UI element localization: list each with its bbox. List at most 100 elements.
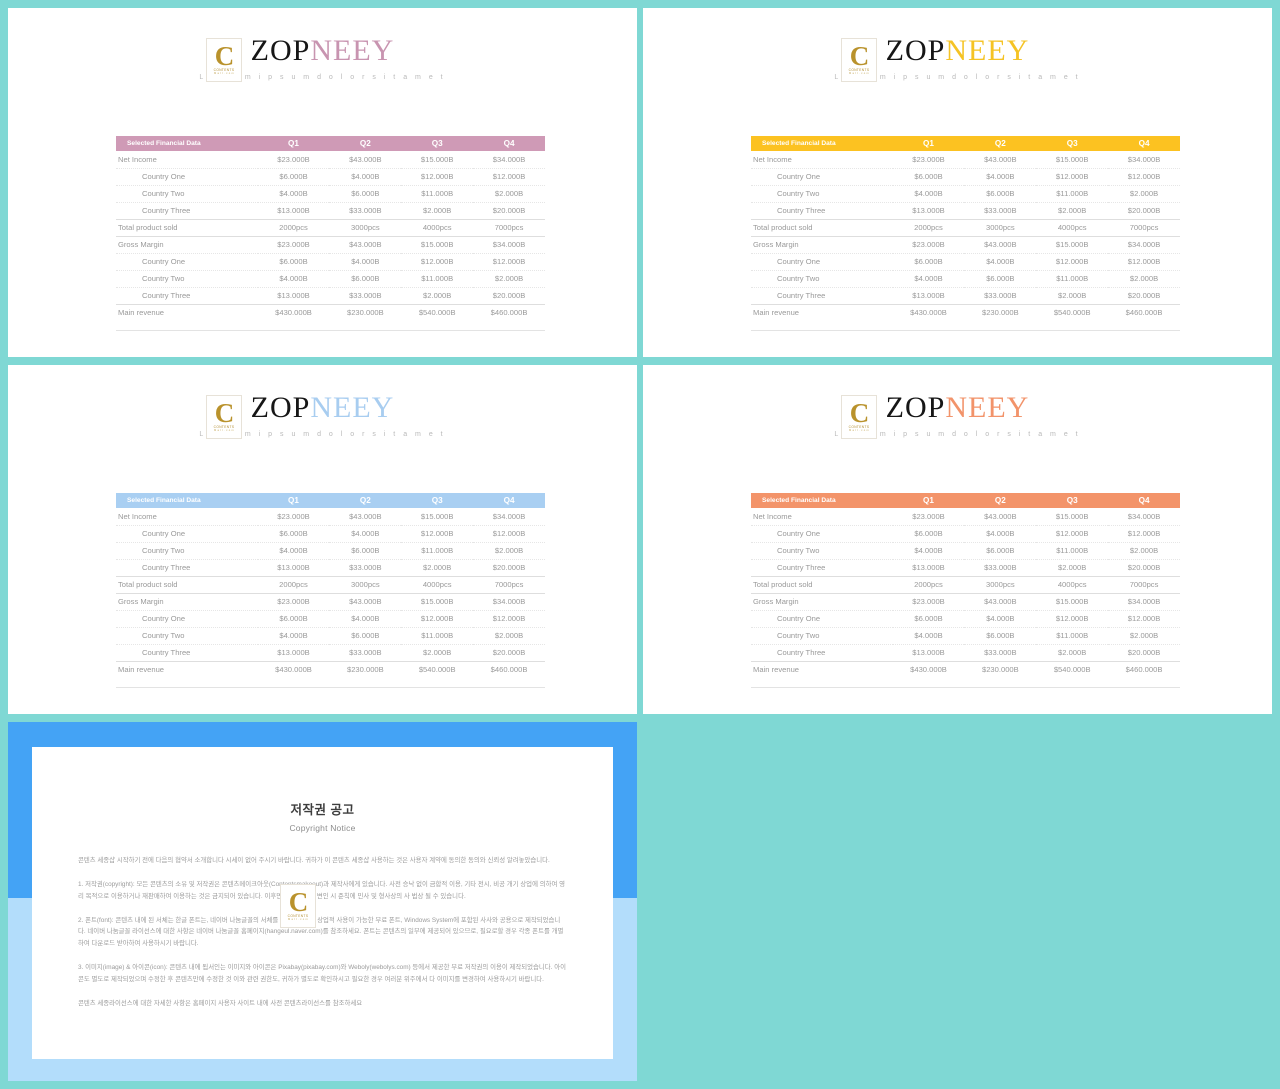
brand-title-dark: ZOP [250, 34, 311, 67]
brand-title-accent: NEEY [945, 391, 1030, 424]
table-cell: 7000pcs [473, 576, 545, 594]
table-cell: $11.000B [401, 627, 474, 645]
table-cell: $12.000B [1036, 525, 1109, 543]
table-cell: $11.000B [1036, 270, 1109, 288]
table-body: Net Income $23.000B $43.000B $15.000B $34.00… [751, 508, 1180, 688]
table-row-label: Net Income [116, 508, 258, 526]
table-col-header-q2: Q2 [329, 136, 402, 151]
table-row: Country One $6.000B $4.000B $12.000B $12.000… [751, 610, 1180, 628]
notice-title-korean: 저작권 공고 [290, 803, 355, 817]
slide-panel-3[interactable]: ZOPNEEY L o r e m i p s u m d o l o r s … [8, 365, 637, 714]
table-row: Gross Margin $23.000B $43.000B $15.000B $34.… [116, 236, 545, 254]
table-cell: 4000pcs [401, 219, 474, 237]
table-row: Country Two $4.000B $6.000B $11.000B $2.000B [116, 270, 545, 288]
slide-panel-1[interactable]: ZOPNEEY L o r e m i p s u m d o l o r s … [8, 8, 637, 357]
table-col-header-q1: Q1 [892, 136, 965, 151]
financial-table-wrapper: Selected Financial Data Q1 Q2 Q3 Q4 Net Inco… [116, 136, 545, 331]
table-cell: $43.000B [329, 236, 402, 254]
table-cell: $43.000B [964, 236, 1037, 254]
table-cell: $43.000B [964, 593, 1037, 611]
notice-heading-block: 저작권 공고 Copyright Notice [32, 747, 613, 833]
table-col-header-q1: Q1 [892, 493, 965, 508]
table-row: Main revenue $430.000B $230.000B $540.000B $… [116, 661, 545, 678]
table-row-label: Country Two [751, 270, 893, 288]
table-footer-rule-cell [1036, 321, 1109, 331]
table-cell: $4.000B [257, 542, 330, 560]
table-row: Total product sold 2000pcs 3000pcs 4000pcs 7… [751, 219, 1180, 237]
table-col-header-label: Selected Financial Data [116, 136, 258, 151]
table-row: Country Two $4.000B $6.000B $11.000B $2.000B [751, 627, 1180, 645]
table-row-label: Country One [751, 168, 893, 186]
brand-tagline: L o r e m i p s u m d o l o r s i t a m … [199, 431, 446, 438]
table-cell: 4000pcs [1036, 576, 1109, 594]
table-row-label: Net Income [751, 508, 893, 526]
table-cell: $34.000B [473, 508, 545, 526]
table-col-header-q3: Q3 [401, 136, 474, 151]
table-cell: $6.000B [257, 168, 330, 186]
table-cell: $11.000B [401, 270, 474, 288]
table-cell: $12.000B [473, 253, 545, 271]
table-row-label: Country Three [116, 644, 258, 662]
table-cell: $34.000B [473, 236, 545, 254]
table-cell: $4.000B [329, 253, 402, 271]
copyright-notice-panel[interactable]: 저작권 공고 Copyright Notice 콘텐츠 세종샵 시작하기 전에 … [8, 722, 637, 1081]
table-cell: $23.000B [257, 508, 330, 526]
table-cell: $11.000B [1036, 185, 1109, 203]
table-row: Country Two $4.000B $6.000B $11.000B $2.000B [751, 185, 1180, 203]
table-cell: $4.000B [964, 610, 1037, 628]
table-row: Country One $6.000B $4.000B $12.000B $12.000… [751, 525, 1180, 543]
table-cell: $4.000B [329, 168, 402, 186]
table-row-label: Country Two [751, 185, 893, 203]
table-row-label: Total product sold [751, 219, 893, 237]
table-cell: $430.000B [275, 308, 312, 318]
table-cell: $4.000B [329, 525, 402, 543]
table-row-label: Country Three [751, 202, 893, 220]
table-cell: 2000pcs [257, 219, 330, 237]
table-row-label: Gross Margin [751, 236, 893, 254]
brand-title-accent: NEEY [945, 34, 1030, 67]
table-col-header-q3: Q3 [401, 493, 474, 508]
table-header: Selected Financial Data Q1 Q2 Q3 Q4 [116, 493, 545, 508]
table-cell: $13.000B [892, 644, 965, 662]
table-footer-rule [751, 678, 1180, 688]
table-cell: $15.000B [1036, 593, 1109, 611]
table-cell: $6.000B [329, 185, 402, 203]
table-cell: $2.000B [1108, 542, 1180, 560]
table-cell: $4.000B [892, 270, 965, 288]
table-cell: $6.000B [892, 253, 965, 271]
table-footer-rule-cell [1108, 678, 1180, 688]
financial-table: Selected Financial Data Q1 Q2 Q3 Q4 Net Inco… [116, 493, 545, 688]
financial-table: Selected Financial Data Q1 Q2 Q3 Q4 Net Inco… [751, 136, 1180, 331]
table-cell: $23.000B [892, 593, 965, 611]
table-cell: $6.000B [329, 542, 402, 560]
table-row: Net Income $23.000B $43.000B $15.000B $34.00… [751, 508, 1180, 526]
table-cell: 3000pcs [964, 219, 1037, 237]
table-cell: $2.000B [473, 542, 545, 560]
table-cell: 7000pcs [1108, 219, 1180, 237]
table-cell: $6.000B [257, 610, 330, 628]
table-row: Country One $6.000B $4.000B $12.000B $12.000… [751, 253, 1180, 271]
table-row-label: Country Two [116, 542, 258, 560]
brand-title-dark: ZOP [250, 391, 311, 424]
table-cell: $430.000B [910, 665, 947, 675]
table-cell: $12.000B [1108, 610, 1180, 628]
table-col-header-q2: Q2 [964, 493, 1037, 508]
slide-panel-4[interactable]: ZOPNEEY L o r e m i p s u m d o l o r s … [643, 365, 1272, 714]
brand-block: ZOPNEEY L o r e m i p s u m d o l o r s … [643, 34, 1272, 81]
table-cell: 7000pcs [473, 219, 545, 237]
table-row: Country One $6.000B $4.000B $12.000B $12.000… [751, 168, 1180, 186]
table-cell: $33.000B [964, 559, 1037, 577]
table-footer-rule [116, 678, 545, 688]
table-row-label: Country Three [751, 287, 893, 305]
table-row-label: Main revenue [753, 665, 800, 675]
table-row: Country Three $13.000B $33.000B $2.000B $20.… [751, 644, 1180, 662]
table-row: Country Two $4.000B $6.000B $11.000B $2.000B [116, 627, 545, 645]
table-cell: $12.000B [1108, 253, 1180, 271]
table-cell: $15.000B [1036, 236, 1109, 254]
table-row: Country Three $13.000B $33.000B $2.000B $20.… [116, 559, 545, 577]
table-cell: $2.000B [1108, 627, 1180, 645]
table-cell: $540.000B [1053, 308, 1091, 318]
table-row-label: Country Three [116, 287, 258, 305]
slide-panel-2[interactable]: ZOPNEEY L o r e m i p s u m d o l o r s … [643, 8, 1272, 357]
table-cell: $23.000B [892, 508, 965, 526]
